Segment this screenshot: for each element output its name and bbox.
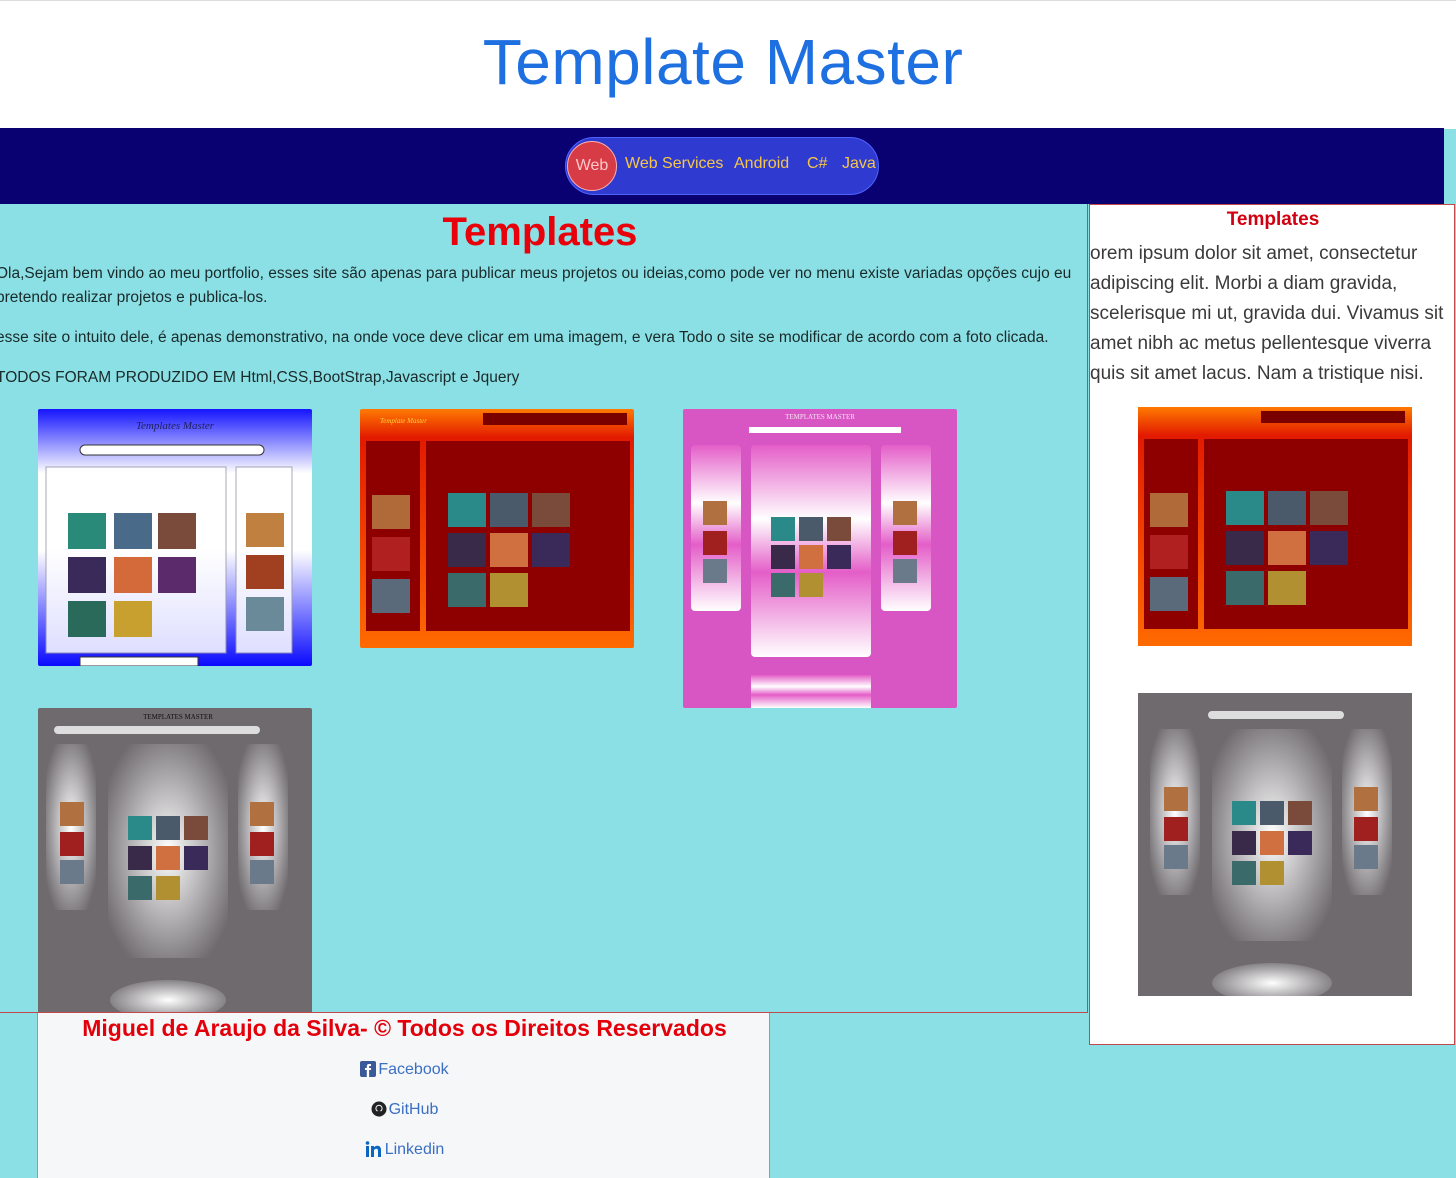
intro-paragraph: Ola,Sejam bem vindo ao meu portfolio, es…: [0, 265, 1072, 306]
sidebar-preview-gray[interactable]: [1138, 693, 1412, 996]
linkedin-label: Linkedin: [384, 1141, 445, 1158]
github-link[interactable]: GitHub: [38, 1101, 771, 1122]
main-content: Templates Ola,Sejam bem vindo ao meu por…: [0, 204, 1088, 1013]
header: Template Master: [0, 0, 1456, 129]
gray-template-preview: TEMPLATES MASTER: [38, 708, 312, 1012]
site-title: Template Master: [482, 26, 964, 98]
nav-item-web-services[interactable]: Web Services: [625, 155, 723, 173]
pink-template-preview: TEMPLATES MASTER: [683, 409, 957, 708]
github-label: GitHub: [388, 1101, 439, 1118]
blue-template-title: Templates Master: [136, 420, 215, 432]
nav-item-java[interactable]: Java: [842, 155, 876, 173]
footer-copyright: Miguel de Araujo da Silva- © Todos os Di…: [82, 1015, 727, 1041]
sidebar-preview-red[interactable]: [1138, 407, 1412, 646]
facebook-label: Facebook: [378, 1061, 449, 1078]
linkedin-icon: [365, 1141, 383, 1162]
red-template-title: Template Master: [380, 417, 427, 425]
gray-template-title: TEMPLATES MASTER: [143, 713, 213, 721]
sidebar-text: orem ipsum dolor sit amet, consectetur a…: [1090, 243, 1444, 384]
sidebar-gray-preview: [1138, 693, 1412, 996]
facebook-link[interactable]: Facebook: [38, 1061, 771, 1082]
template-thumbnail-red[interactable]: Template Master: [360, 409, 634, 648]
red-template-preview: Template Master: [360, 409, 634, 648]
sidebar-heading: Templates: [1226, 209, 1320, 230]
sidebar: Templates orem ipsum dolor sit amet, con…: [1089, 204, 1455, 1045]
nav-item-android[interactable]: Android: [734, 155, 789, 173]
pink-template-title: TEMPLATES MASTER: [785, 413, 855, 421]
footer: Miguel de Araujo da Silva- © Todos os Di…: [37, 1013, 770, 1178]
linkedin-link[interactable]: Linkedin: [38, 1141, 771, 1162]
main-heading: Templates: [442, 210, 638, 254]
sidebar-red-preview: [1138, 407, 1412, 646]
facebook-icon: [360, 1061, 377, 1082]
nav-item-csharp[interactable]: C#: [807, 155, 827, 173]
template-thumbnail-pink[interactable]: TEMPLATES MASTER: [683, 409, 957, 708]
blue-template-preview: Templates Master: [38, 409, 312, 666]
nav-item-web[interactable]: Web: [567, 141, 617, 191]
template-thumbnail-blue[interactable]: Templates Master: [38, 409, 312, 666]
navbar: Web Web Services Android C# Java: [0, 128, 1444, 204]
purpose-paragraph: esse site o intuito dele, é apenas demon…: [0, 329, 1049, 346]
template-thumbnail-gray[interactable]: TEMPLATES MASTER: [38, 708, 312, 1012]
nav-menu: Web Web Services Android C# Java: [565, 137, 879, 195]
github-icon: [371, 1101, 387, 1122]
tech-paragraph: TODOS FORAM PRODUZIDO EM Html,CSS,BootSt…: [0, 369, 520, 386]
